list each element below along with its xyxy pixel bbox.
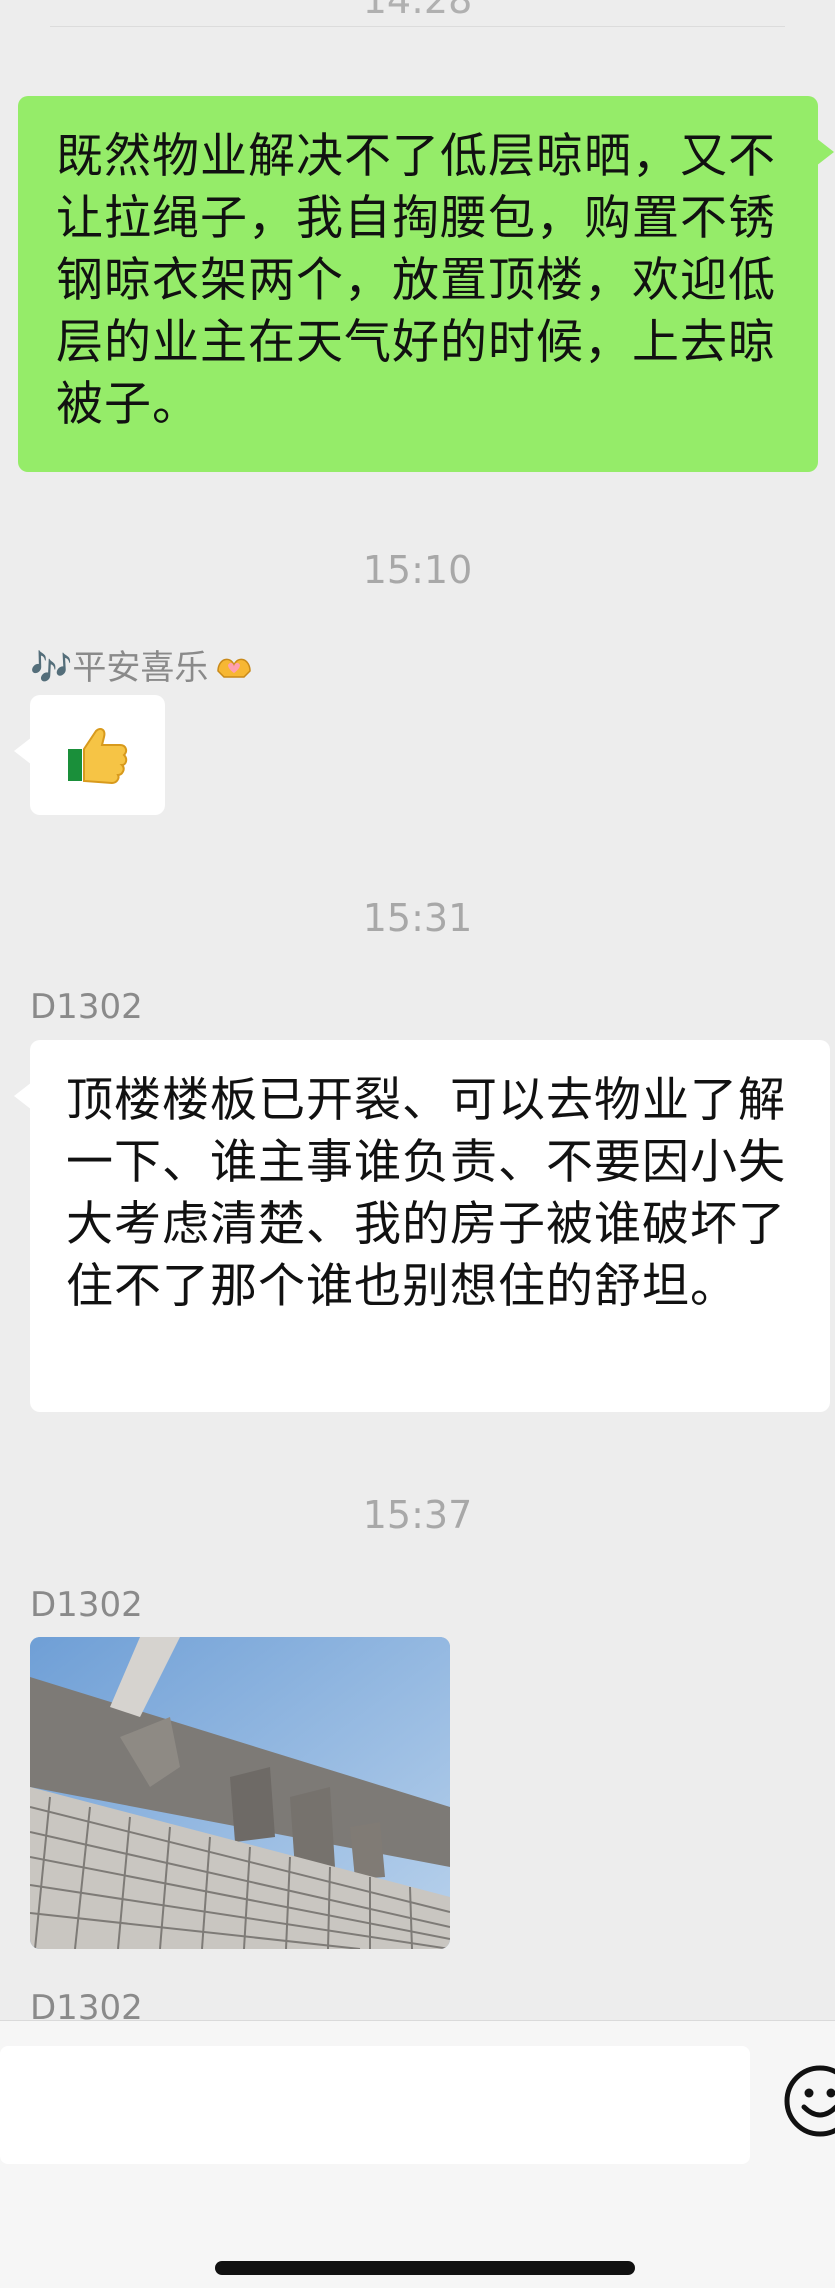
timestamp: 15:10 xyxy=(0,548,835,592)
rooftop-photo xyxy=(30,1637,450,1949)
home-indicator[interactable] xyxy=(215,2261,635,2275)
message-input[interactable] xyxy=(0,2046,750,2164)
sent-message-text: 既然物业解决不了低层晾晒，又不让拉绳子，我自掏腰包，购置不锈钢晾衣架两个，放置顶… xyxy=(56,126,782,436)
sent-message-bubble[interactable]: 既然物业解决不了低层晾晒，又不让拉绳子，我自掏腰包，购置不锈钢晾衣架两个，放置顶… xyxy=(18,96,818,472)
divider xyxy=(50,26,785,27)
heart-hands-icon xyxy=(214,650,254,690)
emoji-face-icon[interactable] xyxy=(780,2061,835,2145)
timestamp-top-partial: 14:28 xyxy=(0,0,835,22)
received-image[interactable] xyxy=(30,1637,450,1949)
received-emoji-bubble[interactable] xyxy=(30,695,165,815)
sender-name-text: 平安喜乐 xyxy=(72,648,208,688)
thumbs-up-icon xyxy=(66,723,128,789)
received-message-text: 顶楼楼板已开裂、可以去物业了解一下、谁主事谁负责、不要因小失大考虑清楚、我的房子… xyxy=(66,1070,800,1318)
input-bar xyxy=(0,2020,835,2288)
sender-name[interactable]: 🎶平安喜乐 xyxy=(30,640,254,690)
music-notes-icon: 🎶 xyxy=(30,648,72,688)
timestamp: 15:37 xyxy=(0,1493,835,1537)
timestamp: 15:31 xyxy=(0,896,835,940)
received-message-bubble[interactable]: 顶楼楼板已开裂、可以去物业了解一下、谁主事谁负责、不要因小失大考虑清楚、我的房子… xyxy=(30,1040,830,1412)
sender-name[interactable]: D1302 xyxy=(30,1585,143,1625)
sender-name[interactable]: D1302 xyxy=(30,987,143,1027)
